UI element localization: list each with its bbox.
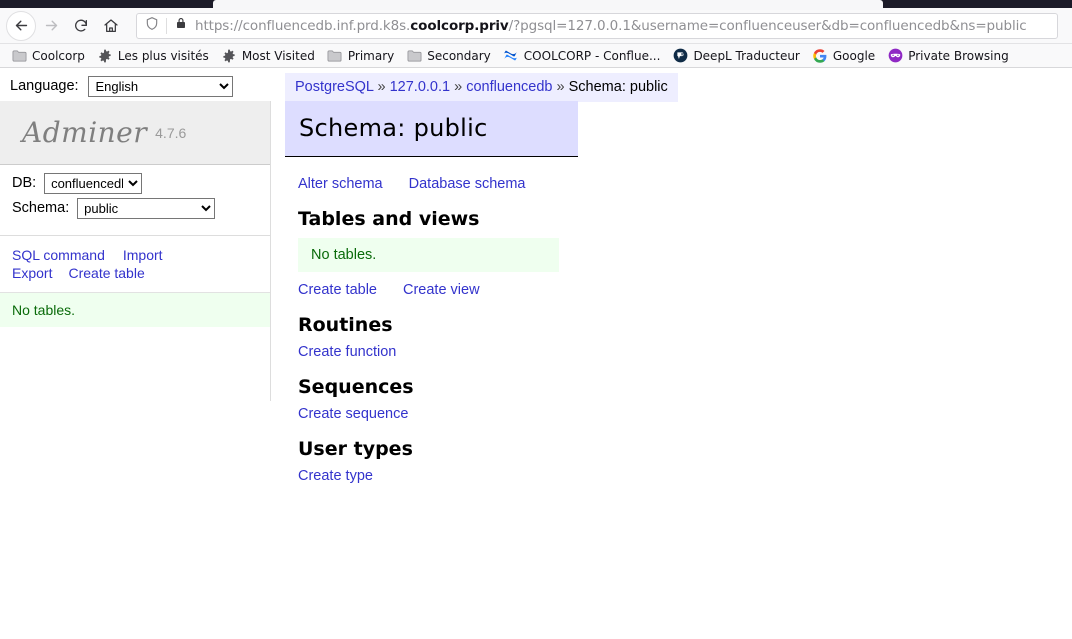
lock-icon[interactable] xyxy=(175,16,187,35)
db-select[interactable]: confluencedb xyxy=(44,173,143,194)
heading-sequences: Sequences xyxy=(298,376,414,398)
gear-icon xyxy=(221,48,237,64)
mask-icon xyxy=(887,48,903,64)
sidebar-status-message: No tables. xyxy=(0,292,270,327)
main-inner: Alter schema Database schema Tables and v… xyxy=(285,157,885,484)
breadcrumb-separator: » xyxy=(454,79,463,95)
sidebar: Adminer 4.7.6 DB: confluencedb Schema: p… xyxy=(0,101,271,401)
bookmark-label: Les plus visités xyxy=(117,48,209,63)
sidebar-links: SQL command Import Export Create table xyxy=(0,236,270,292)
breadcrumb-item-postgresql[interactable]: PostgreSQL xyxy=(295,79,373,95)
user-types-action-links: Create type xyxy=(298,468,885,484)
sidebar-link-sql-command[interactable]: SQL command xyxy=(12,247,105,263)
db-row: DB: confluencedb xyxy=(12,173,270,194)
tables-action-links: Create table Create view xyxy=(298,282,885,298)
bookmark-private-browsing[interactable]: Private Browsing xyxy=(882,46,1014,66)
language-bar: Language: English xyxy=(0,68,243,103)
reload-button[interactable] xyxy=(66,11,96,41)
bookmark-label: DeepL Traducteur xyxy=(693,48,800,63)
bookmark-most-visited[interactable]: Most Visited xyxy=(216,46,320,66)
bookmark-primary[interactable]: Primary xyxy=(322,46,399,66)
bookmark-label: COOLCORP - Conflue... xyxy=(523,48,661,63)
gear-icon xyxy=(97,48,113,64)
db-schema-selectors: DB: confluencedb Schema: public xyxy=(0,165,270,229)
language-select[interactable]: English xyxy=(88,76,234,97)
language-label: Language: xyxy=(10,78,79,95)
link-create-type[interactable]: Create type xyxy=(298,468,373,484)
forward-arrow-icon xyxy=(43,17,60,34)
bookmark-label: Secondary xyxy=(427,48,491,63)
bookmark-google[interactable]: Google xyxy=(807,46,880,66)
heading-user-types: User types xyxy=(298,438,413,460)
address-bar[interactable]: https://confluencedb.inf.prd.k8s.coolcor… xyxy=(136,12,1058,39)
page-title: Schema: public xyxy=(285,101,578,157)
browser-chrome: https://confluencedb.inf.prd.k8s.coolcor… xyxy=(0,0,1072,68)
sidebar-link-export[interactable]: Export xyxy=(12,265,52,281)
url-text: https://confluencedb.inf.prd.k8s.coolcor… xyxy=(195,18,1027,34)
link-alter-schema[interactable]: Alter schema xyxy=(298,176,383,192)
tables-status-message: No tables. xyxy=(298,238,559,272)
bookmark-deepl[interactable]: DeepL Traducteur xyxy=(667,46,804,66)
db-label: DB: xyxy=(12,175,37,192)
breadcrumb: PostgreSQL » 127.0.0.1 » confluencedb » … xyxy=(285,73,678,102)
link-database-schema[interactable]: Database schema xyxy=(409,176,526,192)
link-create-table[interactable]: Create table xyxy=(298,282,377,298)
bookmarks-bar: Coolcorp Les plus visités Most Visited P… xyxy=(0,44,1072,68)
schema-label: Schema: xyxy=(12,200,70,217)
breadcrumb-item-schema: Schema: public xyxy=(568,79,668,95)
home-icon xyxy=(103,18,119,34)
home-button[interactable] xyxy=(96,11,126,41)
navigation-toolbar: https://confluencedb.inf.prd.k8s.coolcor… xyxy=(0,8,1072,44)
url-suffix: /?pgsql=127.0.0.1&username=confluenceuse… xyxy=(508,17,1027,34)
sidebar-link-import[interactable]: Import xyxy=(123,247,163,263)
sidebar-link-create-table[interactable]: Create table xyxy=(68,265,144,281)
sequences-action-links: Create sequence xyxy=(298,406,885,422)
schema-row: Schema: public xyxy=(12,198,270,219)
schema-action-links: Alter schema Database schema xyxy=(298,176,885,192)
adminer-name: Adminer xyxy=(22,116,148,149)
routines-action-links: Create function xyxy=(298,344,885,360)
main-content: Schema: public Alter schema Database sche… xyxy=(285,101,885,488)
heading-tables-and-views: Tables and views xyxy=(298,208,480,230)
link-create-view[interactable]: Create view xyxy=(403,282,480,298)
heading-routines: Routines xyxy=(298,314,393,336)
bookmark-les-plus-visites[interactable]: Les plus visités xyxy=(92,46,214,66)
back-button[interactable] xyxy=(6,10,36,41)
bookmark-coolcorp[interactable]: Coolcorp xyxy=(6,46,90,66)
bookmark-coolcorp-confluence[interactable]: COOLCORP - Conflue... xyxy=(498,46,666,66)
tab-strip xyxy=(0,0,1072,10)
adminer-logo: Adminer 4.7.6 xyxy=(0,101,270,165)
folder-icon xyxy=(11,48,27,64)
bookmark-label: Coolcorp xyxy=(32,48,85,63)
url-domain: coolcorp.priv xyxy=(410,17,509,34)
link-create-sequence[interactable]: Create sequence xyxy=(298,406,408,422)
schema-select[interactable]: public xyxy=(77,198,216,219)
breadcrumb-item-host[interactable]: 127.0.0.1 xyxy=(390,79,450,95)
breadcrumb-separator: » xyxy=(556,79,565,95)
breadcrumb-item-database[interactable]: confluencedb xyxy=(466,79,552,95)
shield-icon[interactable] xyxy=(145,16,159,36)
active-tab[interactable] xyxy=(213,0,883,10)
google-icon xyxy=(812,48,828,64)
bookmark-secondary[interactable]: Secondary xyxy=(401,46,496,66)
adminer-page: Language: English PostgreSQL » 127.0.0.1… xyxy=(0,68,1072,639)
reload-icon xyxy=(73,18,89,34)
bookmark-label: Most Visited xyxy=(241,48,315,63)
urlbar-divider xyxy=(166,17,167,34)
bookmark-label: Primary xyxy=(347,48,395,63)
link-create-function[interactable]: Create function xyxy=(298,344,396,360)
url-prefix: https://confluencedb.inf.prd.k8s. xyxy=(195,17,411,34)
deepl-icon xyxy=(672,48,688,64)
folder-icon xyxy=(406,48,422,64)
bookmark-label: Google xyxy=(832,48,876,63)
confluence-icon xyxy=(503,48,519,64)
folder-icon xyxy=(327,48,343,64)
forward-button[interactable] xyxy=(36,11,66,41)
adminer-version: 4.7.6 xyxy=(155,124,187,141)
breadcrumb-separator: » xyxy=(377,79,386,95)
back-arrow-icon xyxy=(13,17,30,34)
bookmark-label: Private Browsing xyxy=(908,48,1009,63)
